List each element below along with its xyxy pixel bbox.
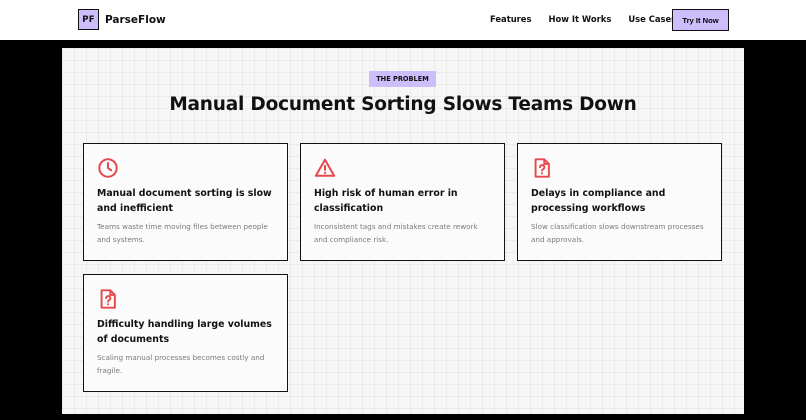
brand-logo[interactable]: PF ParseFlow — [78, 9, 166, 30]
problem-card: Difficulty handling large volumes of doc… — [83, 274, 288, 392]
card-description: Inconsistent tags and mistakes create re… — [314, 222, 478, 244]
card-title: Difficulty handling large volumes of doc… — [97, 319, 272, 345]
problem-section: THE PROBLEM Manual Document Sorting Slow… — [62, 48, 744, 414]
card-title: Manual document sorting is slow and inef… — [97, 188, 272, 214]
file-question-icon — [534, 158, 550, 178]
card-title: Delays in compliance and processing work… — [531, 188, 666, 214]
section-title: Manual Document Sorting Slows Teams Down — [169, 94, 637, 115]
warning-triangle-icon — [314, 158, 336, 177]
nav-links: Features How It Works Use Cases — [490, 14, 693, 24]
nav-link-use-cases[interactable]: Use Cases — [628, 14, 676, 24]
top-navbar: PF ParseFlow Features How It Works Use C… — [0, 0, 806, 40]
section-eyebrow-badge: THE PROBLEM — [369, 71, 436, 87]
nav-link-how-it-works[interactable]: How It Works — [548, 14, 611, 24]
clock-icon — [98, 158, 118, 178]
try-it-now-button[interactable]: Try It Now — [672, 9, 729, 31]
card-title: High risk of human error in classificati… — [314, 188, 458, 214]
card-description: Teams waste time moving files between pe… — [97, 222, 268, 244]
card-description: Scaling manual processes becomes costly … — [97, 353, 265, 375]
file-question-icon — [100, 289, 116, 309]
logo-mark: PF — [78, 9, 99, 30]
problem-card: Delays in compliance and processing work… — [517, 143, 722, 261]
problem-card: Manual document sorting is slow and inef… — [83, 143, 288, 261]
nav-link-features[interactable]: Features — [490, 14, 531, 24]
problem-card: High risk of human error in classificati… — [300, 143, 505, 261]
card-description: Slow classification slows downstream pro… — [531, 222, 704, 244]
brand-name: ParseFlow — [105, 13, 166, 26]
